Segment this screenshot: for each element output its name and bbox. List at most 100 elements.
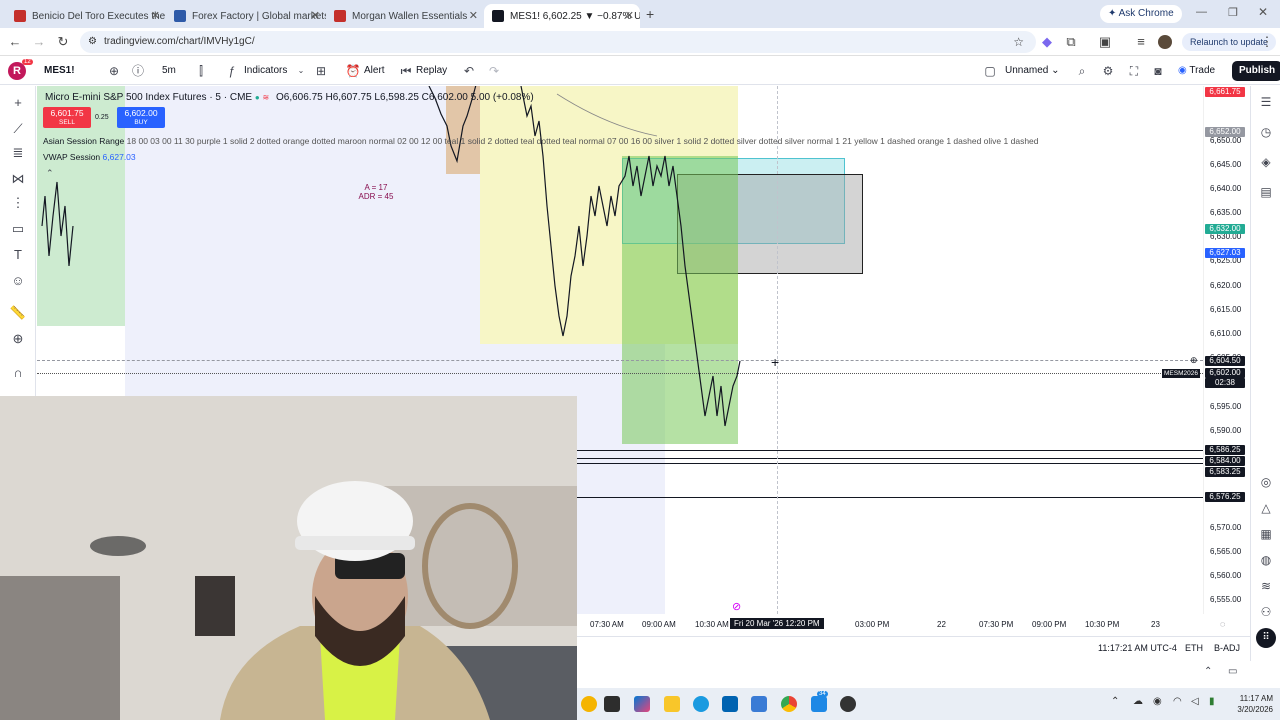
- alert-button[interactable]: Alert: [364, 63, 385, 79]
- close-icon[interactable]: ✕: [311, 9, 320, 22]
- app-icon-dark[interactable]: [840, 696, 856, 712]
- back-icon[interactable]: ←: [6, 33, 24, 51]
- tab-benicio[interactable]: Benicio Del Toro Executes the C ✕: [6, 4, 166, 28]
- collapse-legend-icon[interactable]: ⌃: [46, 168, 54, 179]
- app-icon[interactable]: [581, 696, 597, 712]
- layers-icon[interactable]: ◈: [1258, 154, 1274, 170]
- file-explorer-icon[interactable]: [664, 696, 680, 712]
- time-axis[interactable]: 07:30 AM 09:00 AM 10:30 AM 03:00 PM 22 0…: [577, 601, 1250, 636]
- tray-chevron-icon[interactable]: ⌃: [1111, 696, 1119, 707]
- sell-button[interactable]: 6,601.75 SELL: [43, 107, 91, 128]
- target-icon[interactable]: ◎: [1258, 474, 1274, 490]
- extension-icon[interactable]: ◆: [1038, 33, 1056, 51]
- layout-icon[interactable]: ▢: [982, 63, 998, 79]
- fullscreen-icon[interactable]: ⛶: [1126, 63, 1142, 79]
- replay-icon[interactable]: ⏮: [398, 63, 414, 79]
- url-field[interactable]: ⚙ tradingview.com/chart/IMVHy1gC/ ☆: [80, 31, 1036, 53]
- help-icon[interactable]: ⚇: [1258, 604, 1274, 620]
- ideas-icon[interactable]: △: [1258, 500, 1274, 516]
- maximize-panel-icon[interactable]: ▭: [1228, 666, 1237, 677]
- store-icon[interactable]: [751, 696, 767, 712]
- buy-button[interactable]: 6,602.00 BUY: [117, 107, 165, 128]
- copilot-icon[interactable]: [634, 696, 650, 712]
- alert-icon[interactable]: ⏰: [345, 63, 361, 79]
- close-icon[interactable]: ✕: [469, 9, 478, 22]
- publish-button[interactable]: Publish: [1232, 61, 1280, 81]
- site-info-icon[interactable]: ⚙: [88, 31, 97, 53]
- close-icon[interactable]: ✕: [625, 9, 634, 22]
- close-icon[interactable]: ✕: [151, 9, 160, 22]
- text-tool-icon[interactable]: T: [8, 246, 28, 264]
- wifi-icon[interactable]: ◠: [1173, 696, 1182, 707]
- exchange-clock[interactable]: 11:17:21 AM UTC-4: [1098, 643, 1177, 653]
- layout-name[interactable]: Unnamed ⌄: [1005, 63, 1060, 79]
- replay-button[interactable]: Replay: [416, 63, 447, 79]
- pattern-icon[interactable]: ⋈: [8, 170, 28, 188]
- economic-event-icon[interactable]: ⊘: [732, 600, 741, 613]
- geometric-shapes-icon[interactable]: ▭: [8, 220, 28, 238]
- ruler-icon[interactable]: 📏: [8, 304, 28, 322]
- onedrive-icon[interactable]: ☁: [1133, 696, 1143, 707]
- instrument-legend[interactable]: Micro E-mini S&P 500 Index Futures · 5 ·…: [45, 92, 534, 103]
- calculator-icon[interactable]: [722, 696, 738, 712]
- maximize-button[interactable]: ❐: [1228, 6, 1238, 19]
- settings-gear-icon[interactable]: ⚙: [1100, 63, 1116, 79]
- symbol-search[interactable]: MES1!: [44, 63, 75, 79]
- volume-icon[interactable]: ◁: [1191, 696, 1199, 707]
- terminal-icon[interactable]: [604, 696, 620, 712]
- fib-icon[interactable]: ≣: [8, 144, 28, 162]
- minimize-button[interactable]: —: [1196, 6, 1207, 18]
- adjustment-toggle[interactable]: B-ADJ: [1214, 643, 1240, 653]
- reload-icon[interactable]: ↻: [54, 33, 72, 51]
- chrome-icon[interactable]: [781, 696, 797, 712]
- tab-tradingview[interactable]: MES1! 6,602.25 ▼ −0.87% Unn ✕: [484, 4, 640, 28]
- vwap-indicator[interactable]: VWAP Session 6,627.03: [43, 152, 136, 162]
- chevron-up-icon[interactable]: ⌃: [1204, 666, 1212, 677]
- streams-icon[interactable]: ≋: [1258, 578, 1274, 594]
- chat-icon[interactable]: ▤: [1258, 184, 1274, 200]
- magnet-icon[interactable]: ∩: [8, 364, 28, 382]
- new-tab-button[interactable]: +: [646, 6, 654, 22]
- profile-avatar[interactable]: [1158, 35, 1172, 49]
- forecast-icon[interactable]: ⋮: [8, 194, 28, 212]
- meet-icon[interactable]: ◉: [1153, 696, 1162, 707]
- ask-chrome-button[interactable]: ✦ Ask Chrome: [1100, 5, 1182, 23]
- icons-tool-icon[interactable]: ☺: [8, 272, 28, 290]
- notifications-icon[interactable]: ◍: [1258, 552, 1274, 568]
- time-axis-settings-icon[interactable]: ◌: [1220, 619, 1225, 629]
- tab-forex-factory[interactable]: Forex Factory | Global markets ✕: [166, 4, 326, 28]
- session-toggle[interactable]: ETH: [1185, 643, 1203, 653]
- indicators-button[interactable]: Indicators: [244, 63, 287, 79]
- zoom-in-icon[interactable]: ⊕: [8, 330, 28, 348]
- add-alert-plus-icon[interactable]: ⊕: [1190, 355, 1198, 366]
- redo-icon[interactable]: ↷: [486, 63, 502, 79]
- puzzle-icon[interactable]: ⧉: [1062, 33, 1080, 51]
- interval-selector[interactable]: 5m: [162, 63, 176, 79]
- price-axis[interactable]: 6,650.00 6,645.00 6,640.00 6,635.00 6,63…: [1203, 86, 1250, 614]
- forward-icon[interactable]: →: [30, 33, 48, 51]
- teams-icon[interactable]: [811, 696, 827, 712]
- trade-button[interactable]: ◉ Trade: [1178, 63, 1215, 79]
- candle-type-icon[interactable]: ⫿: [193, 63, 209, 79]
- edge-icon[interactable]: [693, 696, 709, 712]
- crosshair-icon[interactable]: +: [8, 94, 28, 112]
- system-clock[interactable]: 11:17 AM 3/20/2026: [1227, 693, 1273, 715]
- tab-morgan-wallen[interactable]: Morgan Wallen Essentials ✕: [326, 4, 484, 28]
- indicators-icon[interactable]: ƒ: [224, 63, 240, 79]
- compare-symbol-icon[interactable]: ⊕: [106, 63, 122, 79]
- bookmark-star-icon[interactable]: ☆: [1013, 31, 1024, 53]
- reading-list-icon[interactable]: ≡: [1132, 33, 1150, 51]
- menu-kebab-icon[interactable]: ⋮: [1258, 33, 1276, 51]
- calendar-icon[interactable]: ▦: [1258, 526, 1274, 542]
- close-window-button[interactable]: ✕: [1258, 5, 1268, 19]
- trendline-icon[interactable]: ⟋: [8, 120, 28, 138]
- info-icon[interactable]: ⓘ: [130, 63, 146, 79]
- chevron-down-icon[interactable]: ⌄: [293, 63, 309, 79]
- watchlist-icon[interactable]: ☰: [1258, 94, 1274, 110]
- apps-grid-icon[interactable]: ⠿: [1256, 628, 1276, 648]
- alerts-clock-icon[interactable]: ◷: [1258, 124, 1274, 140]
- cast-icon[interactable]: ▣: [1096, 33, 1114, 51]
- battery-icon[interactable]: ▮: [1209, 696, 1215, 707]
- templates-icon[interactable]: ⊞: [313, 63, 329, 79]
- search-icon[interactable]: ⌕: [1074, 63, 1090, 79]
